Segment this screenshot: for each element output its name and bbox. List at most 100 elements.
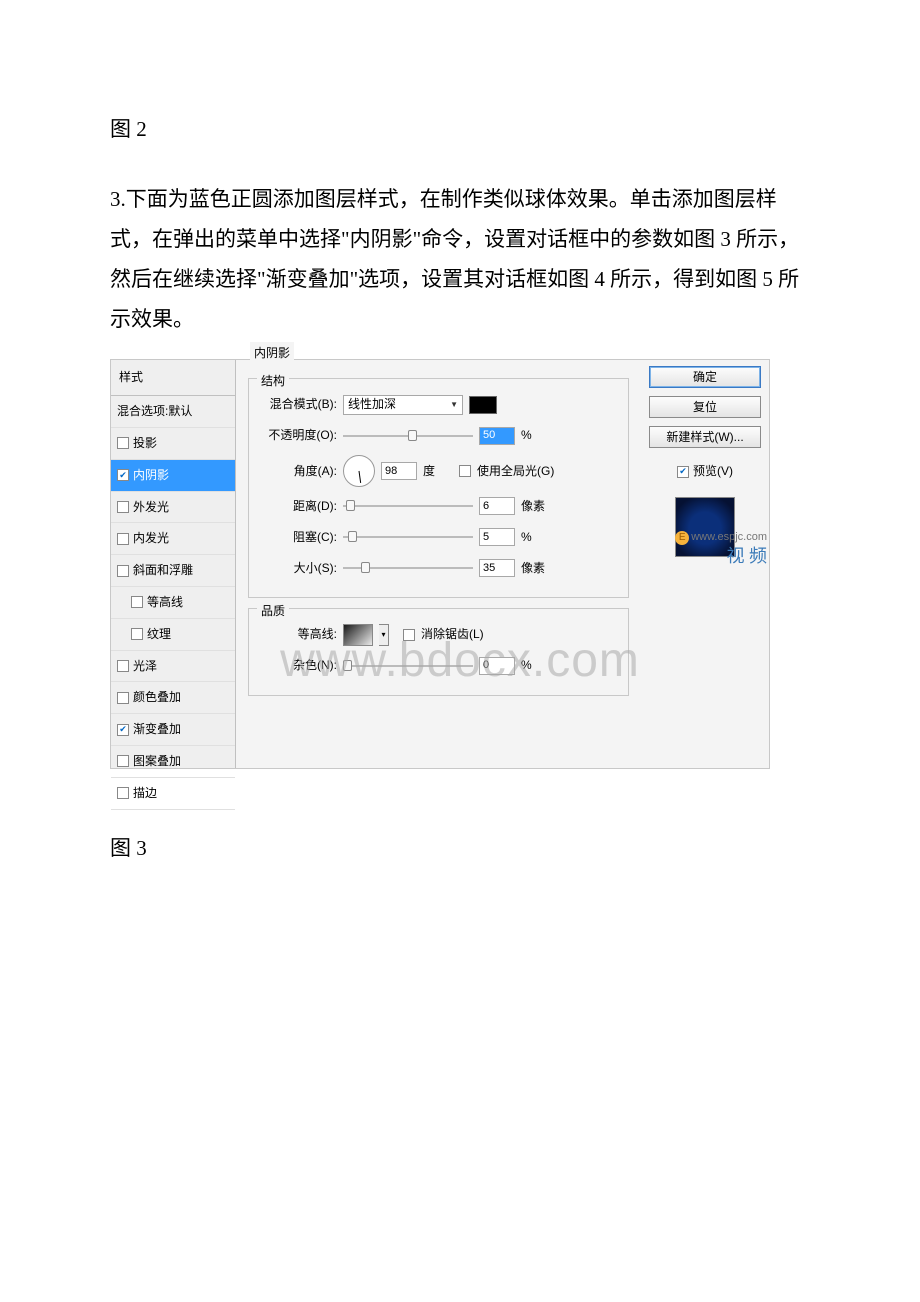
checkbox-icon[interactable]	[117, 437, 129, 449]
layer-style-dialog: 样式 混合选项:默认 投影 内阴影 外发光 内发光 斜面和浮雕 等高线	[110, 359, 770, 769]
slider-thumb[interactable]	[361, 562, 370, 573]
antialias-checkbox[interactable]	[403, 629, 415, 641]
opacity-row: 不透明度(O): 50 %	[259, 424, 618, 447]
size-input[interactable]: 35	[479, 559, 515, 577]
style-item-gradient-overlay[interactable]: 渐变叠加	[111, 714, 235, 746]
contour-swatch[interactable]	[343, 624, 373, 646]
checkbox-icon[interactable]	[117, 755, 129, 767]
panel-title: 内阴影	[250, 342, 294, 365]
new-style-button[interactable]: 新建样式(W)...	[649, 426, 761, 448]
checkbox-icon[interactable]	[117, 501, 129, 513]
distance-input[interactable]: 6	[479, 497, 515, 515]
choke-slider[interactable]	[343, 530, 473, 544]
contour-dropdown-icon[interactable]: ▾	[379, 624, 389, 646]
size-slider[interactable]	[343, 561, 473, 575]
buttons-panel: 确定 复位 新建样式(W)... 预览(V) Ewww.espjc.com 视 …	[641, 360, 769, 768]
slider-thumb[interactable]	[408, 430, 417, 441]
style-item-inner-glow[interactable]: 内发光	[111, 523, 235, 555]
checkbox-icon[interactable]	[117, 533, 129, 545]
cancel-button[interactable]: 复位	[649, 396, 761, 418]
contour-row: 等高线: ▾ 消除锯齿(L)	[259, 623, 618, 646]
preview-label: 预览(V)	[693, 460, 733, 483]
figure-2-label: 图 2	[110, 110, 810, 150]
preview-toggle[interactable]: 预览(V)	[649, 460, 761, 483]
slider-thumb[interactable]	[346, 500, 355, 511]
global-light-checkbox[interactable]	[459, 465, 471, 477]
style-label: 斜面和浮雕	[133, 559, 193, 582]
opacity-slider[interactable]	[343, 429, 473, 443]
choke-row: 阻塞(C): 5 %	[259, 526, 618, 549]
settings-panel: 内阴影 结构 混合模式(B): 线性加深 ▼ 不透明度(O): 50 %	[236, 360, 641, 768]
blend-mode-dropdown[interactable]: 线性加深 ▼	[343, 395, 463, 415]
checkbox-icon[interactable]	[117, 565, 129, 577]
distance-unit: 像素	[521, 495, 551, 518]
checkbox-icon[interactable]	[131, 596, 143, 608]
noise-label: 杂色(N):	[259, 654, 337, 677]
slider-track	[343, 665, 473, 667]
checkbox-icon[interactable]	[117, 787, 129, 799]
style-label: 混合选项:默认	[117, 400, 192, 423]
logo-icon: E	[675, 531, 689, 545]
blend-mode-value: 线性加深	[348, 393, 396, 416]
angle-input[interactable]: 98	[381, 462, 417, 480]
slider-thumb[interactable]	[343, 660, 352, 671]
chevron-down-icon: ▼	[450, 397, 458, 412]
style-item-blend-options[interactable]: 混合选项:默认	[111, 396, 235, 428]
shadow-color-swatch[interactable]	[469, 396, 497, 414]
angle-dial[interactable]	[343, 455, 375, 487]
size-label: 大小(S):	[259, 557, 337, 580]
choke-input[interactable]: 5	[479, 528, 515, 546]
size-unit: 像素	[521, 557, 551, 580]
figure-3-label: 图 3	[110, 829, 810, 869]
noise-row: 杂色(N): 0 %	[259, 654, 618, 677]
style-item-texture[interactable]: 纹理	[111, 619, 235, 651]
angle-unit: 度	[423, 460, 453, 483]
instruction-paragraph: 3.下面为蓝色正圆添加图层样式，在制作类似球体效果。单击添加图层样式，在弹出的菜…	[110, 180, 810, 340]
style-item-satin[interactable]: 光泽	[111, 651, 235, 683]
contour-label: 等高线:	[259, 623, 337, 646]
distance-slider[interactable]	[343, 499, 473, 513]
style-item-inner-shadow[interactable]: 内阴影	[111, 460, 235, 492]
style-label: 内发光	[133, 527, 169, 550]
checkbox-icon[interactable]	[117, 692, 129, 704]
size-row: 大小(S): 35 像素	[259, 557, 618, 580]
noise-slider[interactable]	[343, 659, 473, 673]
style-item-bevel-emboss[interactable]: 斜面和浮雕	[111, 555, 235, 587]
noise-unit: %	[521, 654, 551, 677]
choke-unit: %	[521, 526, 551, 549]
angle-row: 角度(A): 98 度 使用全局光(G)	[259, 455, 618, 487]
checkbox-icon[interactable]	[117, 469, 129, 481]
style-label: 光泽	[133, 655, 157, 678]
opacity-unit: %	[521, 424, 551, 447]
angle-label: 角度(A):	[259, 460, 337, 483]
structure-legend: 结构	[257, 370, 289, 393]
style-item-outer-glow[interactable]: 外发光	[111, 492, 235, 524]
checkbox-icon[interactable]	[117, 660, 129, 672]
checkbox-icon[interactable]	[131, 628, 143, 640]
noise-input[interactable]: 0	[479, 657, 515, 675]
style-item-contour[interactable]: 等高线	[111, 587, 235, 619]
style-label: 内阴影	[133, 464, 169, 487]
style-item-pattern-overlay[interactable]: 图案叠加	[111, 746, 235, 778]
style-item-drop-shadow[interactable]: 投影	[111, 428, 235, 460]
source-watermark: Ewww.espjc.com 视 频	[675, 530, 767, 568]
style-item-color-overlay[interactable]: 颜色叠加	[111, 682, 235, 714]
distance-label: 距离(D):	[259, 495, 337, 518]
opacity-input[interactable]: 50	[479, 427, 515, 445]
checkbox-icon[interactable]	[117, 724, 129, 736]
slider-track	[343, 536, 473, 538]
checkbox-icon[interactable]	[677, 466, 689, 478]
blend-mode-label: 混合模式(B):	[259, 393, 337, 416]
styles-panel: 样式 混合选项:默认 投影 内阴影 外发光 内发光 斜面和浮雕 等高线	[111, 360, 236, 768]
distance-row: 距离(D): 6 像素	[259, 495, 618, 518]
style-label: 纹理	[147, 623, 171, 646]
quality-fieldset: 品质 等高线: ▾ 消除锯齿(L) 杂色(N): 0 %	[248, 608, 629, 696]
quality-legend: 品质	[257, 600, 289, 623]
blend-mode-row: 混合模式(B): 线性加深 ▼	[259, 393, 618, 416]
style-item-stroke[interactable]: 描边	[111, 778, 235, 810]
ok-button[interactable]: 确定	[649, 366, 761, 388]
slider-thumb[interactable]	[348, 531, 357, 542]
antialias-label: 消除锯齿(L)	[421, 623, 484, 646]
structure-fieldset: 结构 混合模式(B): 线性加深 ▼ 不透明度(O): 50 % 角度	[248, 378, 629, 598]
opacity-label: 不透明度(O):	[259, 424, 337, 447]
